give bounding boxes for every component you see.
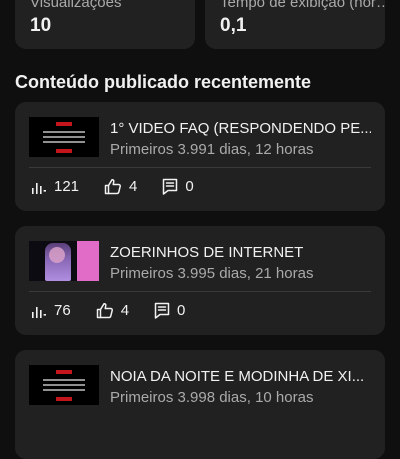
comments-count: 0: [185, 178, 194, 195]
comment-icon: [163, 178, 178, 195]
section-title: Conteúdo publicado recentemente: [15, 72, 312, 92]
thumbnail-text-line: [43, 384, 85, 386]
thumbs-up-icon: [104, 179, 122, 195]
thumbnail-text-line: [43, 379, 85, 381]
video-subtitle: Primeiros 3.995 dias, 21 horas: [110, 265, 314, 282]
likes-count: 4: [129, 178, 138, 195]
video-metrics: 76 4 0: [31, 302, 210, 319]
comments-metric: 0: [162, 178, 194, 195]
thumbnail-red-mark: [56, 397, 72, 401]
thumbnail-red-mark: [56, 149, 72, 153]
card-divider: [29, 167, 371, 168]
likes-count: 4: [120, 302, 130, 319]
thumbnail-text-line: [43, 131, 85, 133]
stat-value: 0,1: [220, 15, 247, 36]
thumbnail-text-line: [43, 389, 85, 391]
views-count: 76: [54, 302, 71, 319]
watch-time-stat-card[interactable]: Tempo de exibição (hor… 0,1: [205, 0, 385, 49]
video-subtitle: Primeiros 3.991 dias, 12 horas: [110, 141, 314, 158]
card-divider: [29, 291, 371, 292]
bar-chart-icon: [32, 306, 46, 318]
comments-count: 0: [177, 302, 186, 319]
comment-icon: [154, 302, 170, 319]
thumbnail-red-mark: [56, 370, 72, 374]
stat-label: Visualizações: [30, 0, 122, 11]
video-title: NOIA DA NOITE E MODINHA DE XI...: [110, 368, 365, 385]
video-thumbnail[interactable]: [29, 117, 99, 157]
video-card[interactable]: ZOERINHOS DE INTERNET Primeiros 3.995 di…: [15, 226, 385, 335]
likes-metric: 4: [104, 178, 137, 195]
thumbnail-pink-panel: [77, 241, 99, 281]
stat-label: Tempo de exibição (hor…: [220, 0, 385, 11]
thumbnail-text-line: [43, 136, 85, 138]
views-count: 121: [54, 178, 80, 195]
bar-chart-icon: [32, 182, 46, 194]
video-subtitle: Primeiros 3.998 dias, 10 horas: [110, 389, 314, 406]
views-metric: 76: [31, 302, 71, 319]
video-title: 1° VIDEO FAQ (RESPONDENDO PE...: [110, 120, 371, 137]
video-card[interactable]: 1° VIDEO FAQ (RESPONDENDO PE... Primeiro…: [15, 102, 385, 211]
video-card[interactable]: NOIA DA NOITE E MODINHA DE XI... Primeir…: [15, 350, 385, 459]
views-metric: 121: [31, 178, 79, 195]
comments-metric: 0: [154, 302, 185, 319]
likes-metric: 4: [96, 302, 129, 319]
views-stat-card[interactable]: Visualizações 10: [15, 0, 195, 49]
stat-value: 10: [30, 15, 52, 36]
video-metrics: 121 4 0: [31, 178, 219, 195]
video-title: ZOERINHOS DE INTERNET: [110, 244, 304, 261]
stats-row: Visualizações 10 Tempo de exibição (hor……: [15, 0, 385, 49]
video-thumbnail[interactable]: [29, 241, 99, 281]
thumbnail-red-mark: [56, 122, 72, 126]
video-thumbnail[interactable]: [29, 365, 99, 405]
thumbs-up-icon: [96, 303, 113, 319]
thumbnail-face: [49, 247, 65, 263]
thumbnail-text-line: [43, 141, 85, 143]
